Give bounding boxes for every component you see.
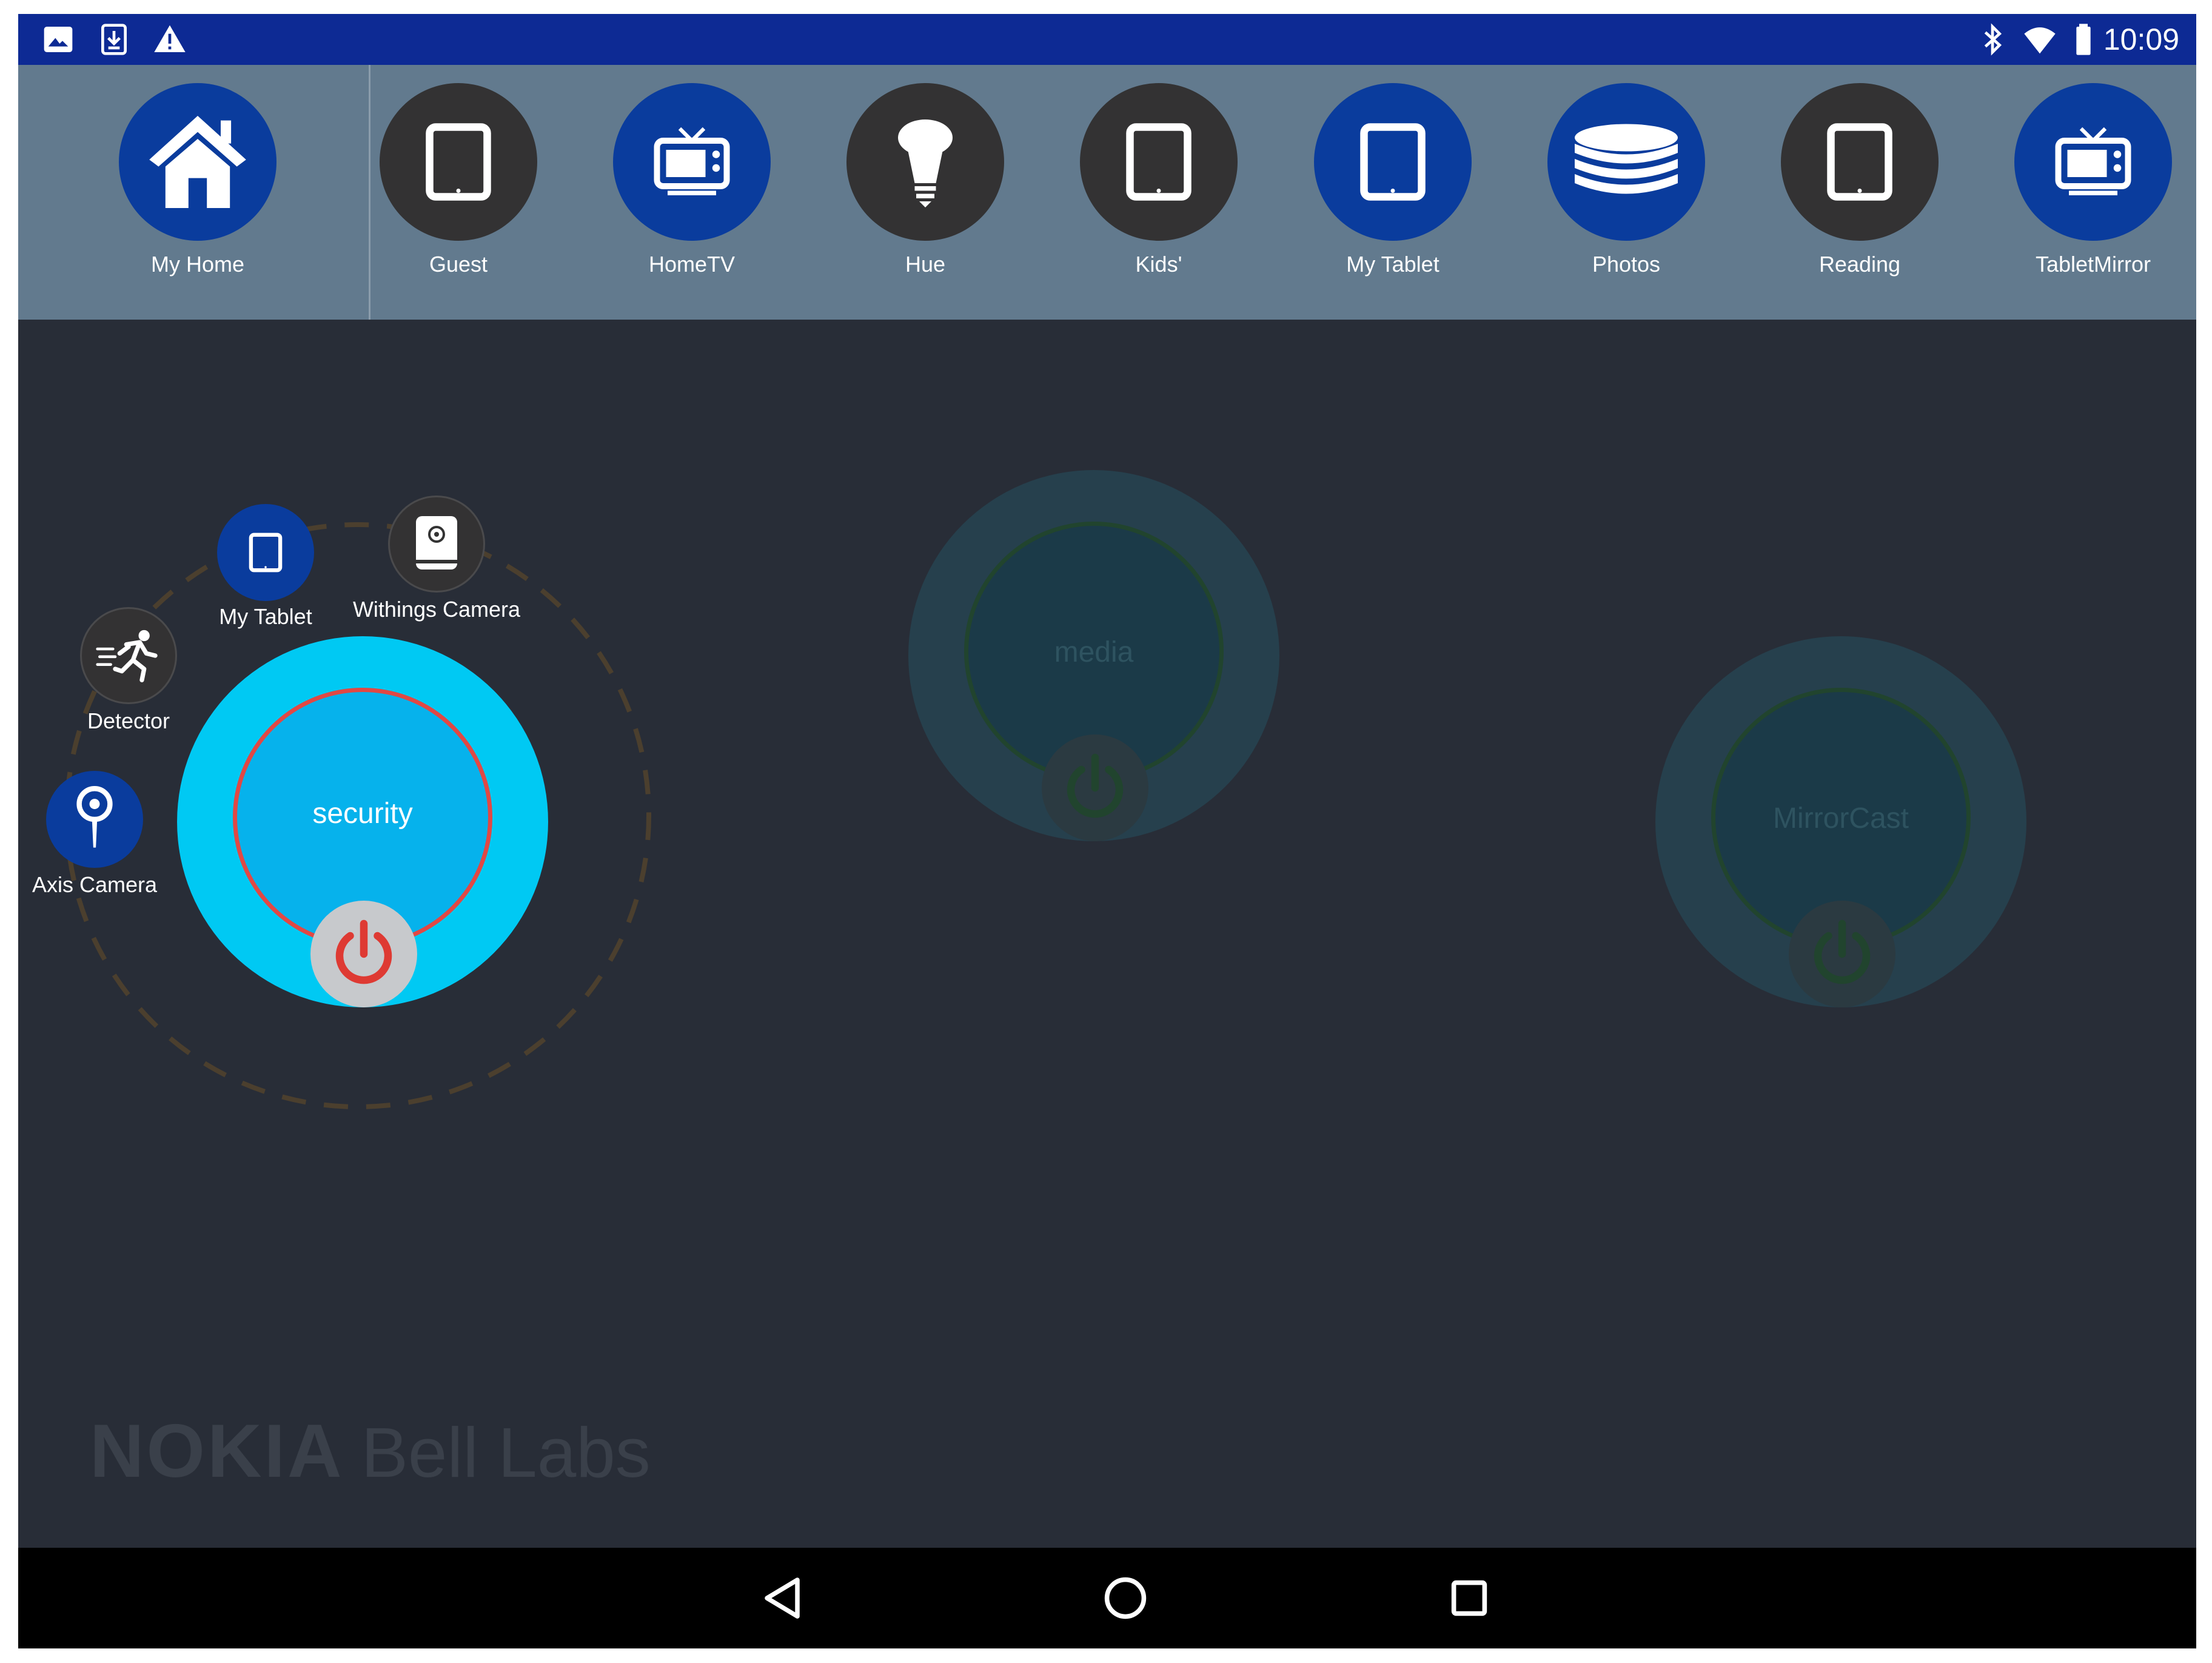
camera-icon <box>416 516 457 569</box>
member-label: Axis Camera <box>32 872 158 897</box>
device-label: Hue <box>905 252 946 277</box>
device-reading[interactable]: Reading <box>1763 65 1957 320</box>
database-icon <box>1547 83 1705 241</box>
scene-canvas: security My Tablet Withings Camera Detec… <box>18 320 2196 1548</box>
device-hometv[interactable]: HomeTV <box>595 65 789 320</box>
tablet-icon <box>380 83 537 241</box>
location-camera-icon <box>76 786 113 848</box>
warning-icon <box>153 22 187 56</box>
bluetooth-icon <box>1976 22 2009 56</box>
member-label: My Tablet <box>219 604 312 629</box>
brand-suffix: Bell Labs <box>361 1413 651 1492</box>
device-bar: My Home Guest HomeTV Hue Kids' My Tablet… <box>18 65 2196 320</box>
tv-icon <box>2014 83 2172 241</box>
power-icon <box>1814 919 1871 984</box>
power-icon <box>335 919 392 984</box>
media-power-button[interactable] <box>1042 734 1148 841</box>
tablet-icon <box>1080 83 1238 241</box>
scene-security[interactable]: security <box>177 636 548 1007</box>
device-label: Reading <box>1818 252 1901 277</box>
brand-logo: NOKIA Bell Labs <box>90 1408 651 1494</box>
clock: 10:09 <box>2103 22 2179 56</box>
device-tabletmirror[interactable]: TabletMirror <box>1996 65 2190 320</box>
device-label: HomeTV <box>648 252 736 277</box>
member-withings-camera[interactable] <box>388 496 485 593</box>
wifi-icon <box>2023 22 2057 56</box>
device-hue[interactable]: Hue <box>828 65 1022 320</box>
device-my-tablet[interactable]: My Tablet <box>1296 65 1490 320</box>
tablet-icon <box>249 532 283 573</box>
device-label: Photos <box>1592 252 1661 277</box>
scene-mirrorcast[interactable]: MirrorCast <box>1655 636 2026 1007</box>
device-photos[interactable]: Photos <box>1529 65 1723 320</box>
scene-label: security <box>312 798 413 830</box>
recents-icon[interactable] <box>1433 1562 1506 1634</box>
image-icon <box>41 22 75 56</box>
navigation-bar <box>18 1548 2196 1648</box>
motion-icon <box>96 630 158 682</box>
device-label: My Tablet <box>1346 252 1439 277</box>
member-detector[interactable] <box>80 607 177 704</box>
back-icon[interactable] <box>746 1562 819 1634</box>
bulb-icon <box>846 83 1004 241</box>
home-icon <box>119 83 276 241</box>
device-label: Guest <box>429 252 488 277</box>
tv-icon <box>613 83 771 241</box>
device-my-home[interactable]: My Home <box>101 65 295 320</box>
security-power-button[interactable] <box>310 901 417 1007</box>
power-icon <box>1067 753 1124 818</box>
member-my-tablet[interactable] <box>217 504 314 601</box>
scene-label: media <box>1054 636 1134 668</box>
member-axis-camera[interactable] <box>46 771 143 868</box>
download-icon <box>97 22 131 56</box>
device-label: Kids' <box>1135 252 1182 277</box>
scene-media[interactable]: media <box>908 470 1279 841</box>
home-button-icon[interactable] <box>1089 1562 1162 1634</box>
member-label: Withings Camera <box>352 597 521 622</box>
device-kids[interactable]: Kids' <box>1062 65 1256 320</box>
member-label: Detector <box>87 708 170 733</box>
brand-name: NOKIA <box>90 1409 344 1493</box>
device-guest[interactable]: Guest <box>361 65 555 320</box>
app-screen: 10:09 My Home Guest HomeTV Hue Kids' My … <box>18 14 2196 1648</box>
device-label: My Home <box>150 252 245 277</box>
tablet-icon <box>1314 83 1472 241</box>
status-bar: 10:09 <box>18 14 2196 65</box>
battery-icon <box>2066 22 2100 56</box>
device-label: TabletMirror <box>2035 252 2151 277</box>
mirrorcast-power-button[interactable] <box>1789 901 1895 1007</box>
scene-label: MirrorCast <box>1773 802 1909 835</box>
tablet-icon <box>1781 83 1939 241</box>
